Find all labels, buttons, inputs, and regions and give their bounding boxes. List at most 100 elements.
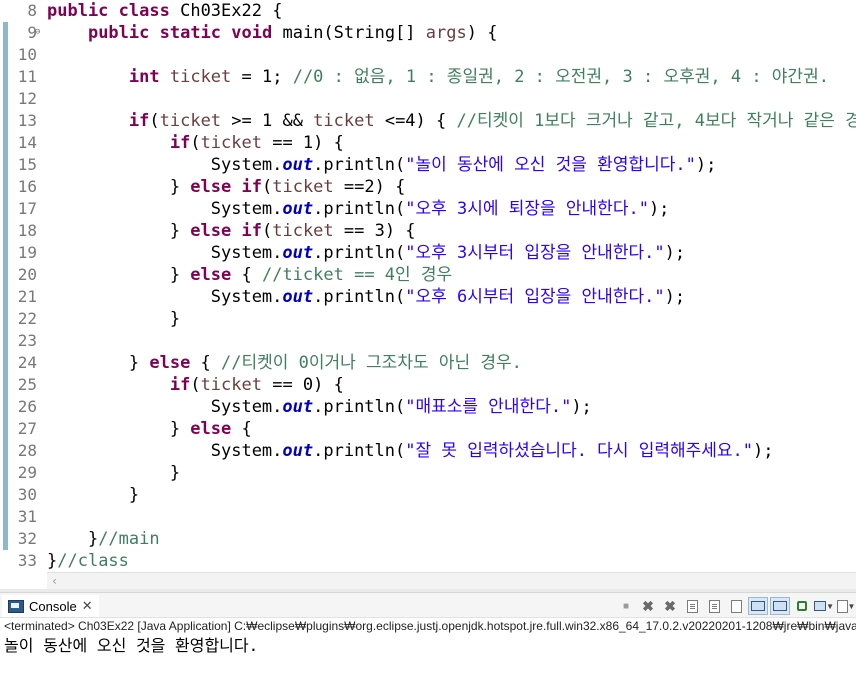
code-line[interactable]: if(ticket >= 1 && ticket <=4) { //티켓이 1보… [47,110,856,132]
string-literal: "잘 못 입력하셨습니다. 다시 입력해주세요." [405,441,754,461]
code-text: == 0) { [261,375,344,395]
code-text: ( [149,111,160,131]
terminate-icon[interactable]: ■ [616,597,636,615]
keyword: public [47,1,109,21]
keyword: else [190,221,232,241]
code-line[interactable]: } else if(ticket ==2) { [47,176,406,198]
string-literal: "오후 3시부터 입장을 안내한다." [405,243,665,263]
code-line[interactable]: } [47,308,180,330]
code-line[interactable]: public class Ch03Ex22 { [47,0,282,22]
code-line[interactable]: System.out.println("오후 3시에 퇴장을 안내한다."); [47,198,670,220]
code-line[interactable]: int ticket = 1; //0 : 없음, 1 : 종일권, 2 : 오… [47,66,829,88]
line-number: 25 [17,375,37,394]
pin-console-icon[interactable] [770,597,790,615]
code-editor[interactable]: 8 9 10 11 12 13 14 15 16 17 18 19 20 21 22 23 24 25 26 27 28… [0,0,856,572]
code-text: main(String[] [272,23,426,43]
code-line[interactable]: if(ticket == 1) { [47,132,344,154]
tab-console[interactable]: Console ✕ [2,595,99,617]
code-line[interactable]: } [47,484,139,506]
code-text: ( [190,133,201,153]
code-text: } [47,309,181,329]
static-field: out [282,243,314,263]
code-text: ); [571,397,592,417]
collapse-icon[interactable]: ⊖ [35,27,40,37]
keyword: else [190,265,232,285]
variable: ticket [272,177,334,197]
code-line[interactable]: }//class [47,550,129,572]
keyword: if [241,221,262,241]
comment: //티켓이 0이거나 그조차도 아닌 경우. [221,353,522,373]
code-text: ); [664,243,686,263]
code-line[interactable]: }//main [47,528,160,550]
line-number: 33 [17,551,37,570]
remove-all-terminated-icon[interactable]: ✖ [660,597,680,615]
variable: ticket [313,111,375,131]
code-text: } [47,221,191,241]
console-output[interactable]: 놀이 동산에 오신 것을 환영합니다. [4,635,258,657]
close-icon[interactable]: ✕ [82,598,93,614]
code-line[interactable]: System.out.println("오후 6시부터 입장을 안내한다."); [47,286,685,308]
show-console-on-output-icon[interactable] [726,597,746,615]
code-text: System. [47,397,283,417]
line-number: 29 [17,463,37,482]
code-text: ); [648,199,670,219]
code-line[interactable]: System.out.println("잘 못 입력하셨습니다. 다시 입력해주… [47,440,774,462]
code-line[interactable]: } [47,462,180,484]
code-text: .println( [313,155,406,175]
new-console-icon[interactable]: ▼ [836,597,856,615]
line-number: 16 [17,177,37,196]
code-text: } [47,419,191,439]
keyword: if [241,177,262,197]
keyword: else [190,419,232,439]
code-line[interactable]: public static void main(String[] args) { [47,22,498,44]
static-field: out [282,397,314,417]
line-number: 19 [17,243,37,262]
code-text: } [47,353,150,373]
code-line[interactable]: } else { //티켓이 0이거나 그조차도 아닌 경우. [47,352,522,374]
line-number: 26 [17,397,37,416]
keyword: class [118,1,170,21]
string-literal: "매표소를 안내한다." [405,397,572,417]
open-console-icon[interactable] [792,597,812,615]
keyword: public [87,23,150,43]
code-text: == 1) { [261,133,344,153]
keyword: if [169,133,191,153]
code-text: ( [190,375,201,395]
show-console-on-error-icon[interactable] [748,597,768,615]
line-number: 20 [17,265,37,284]
scroll-left-icon[interactable]: ‹ [51,573,58,589]
variable: ticket [169,67,232,87]
line-number-gutter: 8 9 10 11 12 13 14 15 16 17 18 19 20 21 22 23 24 25 26 27 28… [9,0,43,572]
keyword: else [149,353,191,373]
variable: args [425,23,467,43]
display-console-icon[interactable]: ▼ [814,597,834,615]
code-line[interactable]: } else { [47,418,252,440]
string-literal: "오후 3시에 퇴장을 안내한다." [405,199,649,219]
code-text: { [231,419,252,439]
code-area[interactable]: public class Ch03Ex22 { public static vo… [47,0,856,572]
code-line[interactable]: } else { //ticket == 4인 경우 [47,264,452,286]
code-line[interactable]: } else if(ticket == 3) { [47,220,416,242]
change-ruler [0,0,9,572]
remove-launch-icon[interactable]: ✖ [638,597,658,615]
console-status-line: <terminated> Ch03Ex22 [Java Application]… [4,619,856,633]
variable: ticket [200,375,262,395]
code-line[interactable]: System.out.println("놀이 동산에 오신 것을 환영합니다."… [47,154,717,176]
editor-horizontal-scrollbar[interactable]: ‹ [47,572,856,590]
scroll-lock-icon[interactable] [682,597,702,615]
code-text: ==2) { [333,177,406,197]
code-text: Ch03Ex22 { [169,1,283,21]
code-line[interactable]: System.out.println("매표소를 안내한다."); [47,396,592,418]
word-wrap-icon[interactable] [704,597,724,615]
line-number: 8 [27,1,37,20]
code-line[interactable]: System.out.println("오후 3시부터 입장을 안내한다."); [47,242,685,264]
console-view-header: Console ✕ ■ ✖ ✖ ▼ ▼ [0,592,856,618]
code-line[interactable]: if(ticket == 0) { [47,374,344,396]
code-text: } [47,177,191,197]
